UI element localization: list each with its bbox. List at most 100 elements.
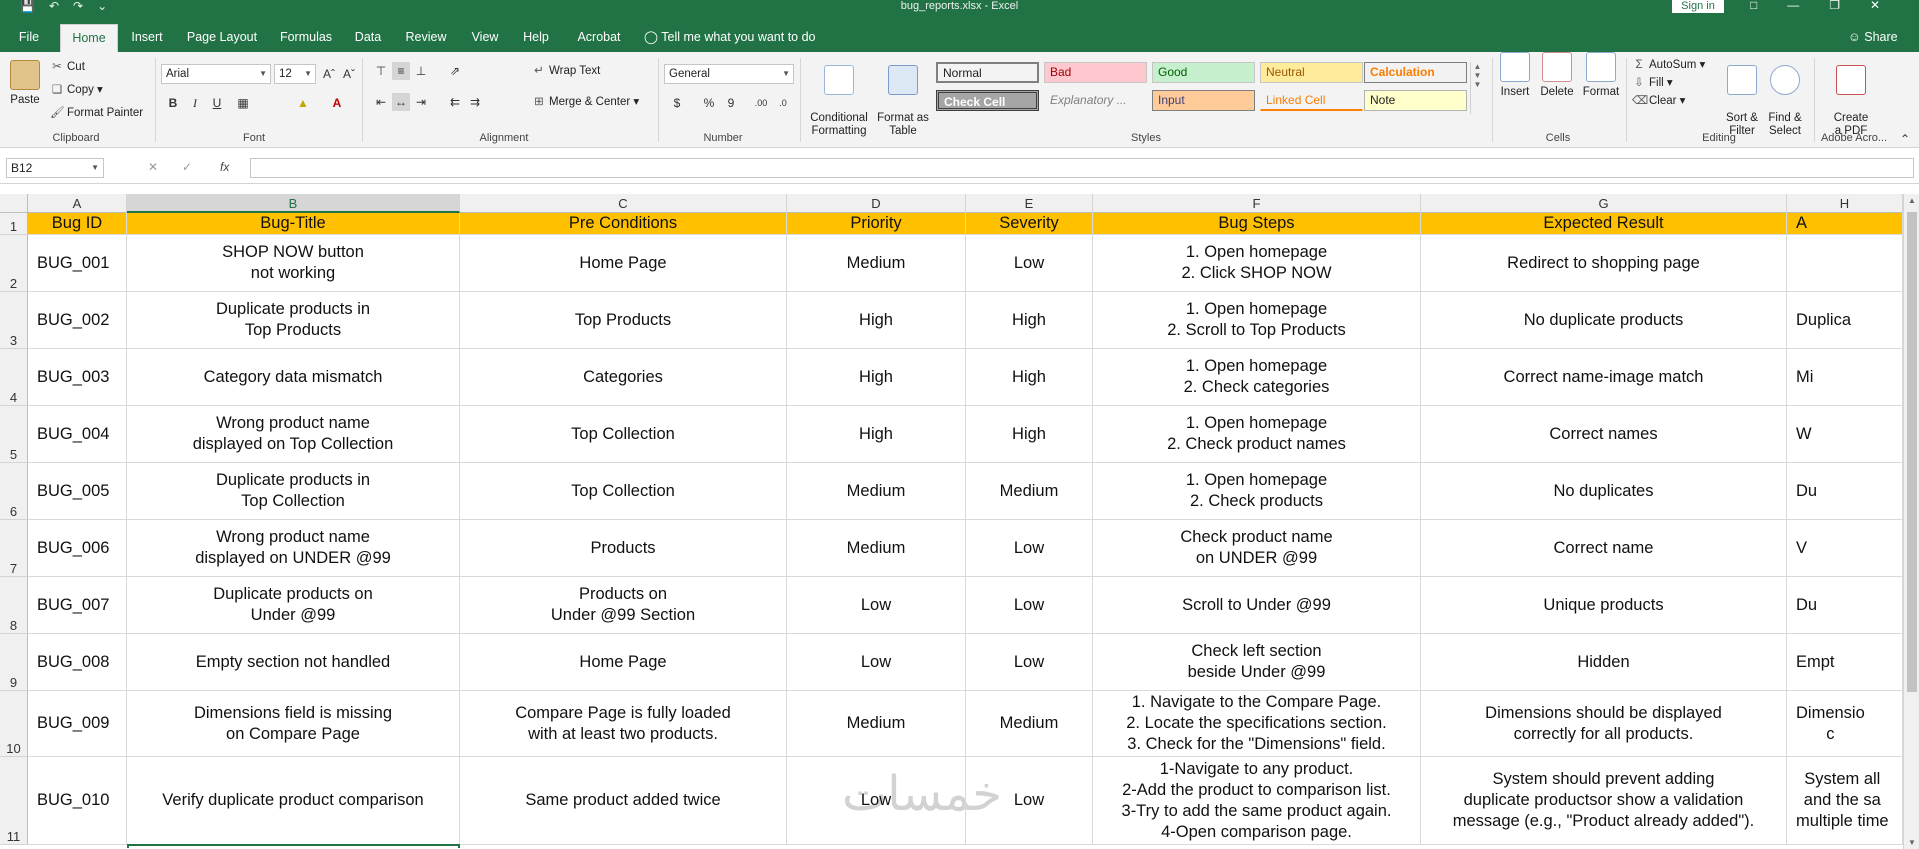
- style-neutral[interactable]: Neutral: [1260, 62, 1363, 83]
- cancel-icon[interactable]: ✕: [148, 160, 158, 174]
- column-header-f[interactable]: F: [1093, 194, 1421, 213]
- scroll-up-icon[interactable]: ▲: [1904, 196, 1919, 205]
- select-all-corner[interactable]: [0, 194, 28, 213]
- minimize-icon[interactable]: —: [1787, 0, 1799, 12]
- table-cell[interactable]: BUG_008: [28, 634, 127, 691]
- header-cell[interactable]: Severity: [966, 213, 1093, 235]
- table-cell[interactable]: Correct name: [1421, 520, 1787, 577]
- table-cell[interactable]: Medium: [966, 691, 1093, 757]
- column-header-d[interactable]: D: [787, 194, 966, 213]
- tab-data[interactable]: Data: [350, 24, 386, 52]
- align-center-icon[interactable]: ↔: [392, 93, 410, 111]
- sort-filter-button[interactable]: Sort & Filter: [1722, 52, 1762, 138]
- table-cell[interactable]: Medium: [787, 235, 966, 292]
- table-cell[interactable]: Wrong product name displayed on Top Coll…: [127, 406, 460, 463]
- copy-button[interactable]: ❏ Copy ▾: [50, 83, 103, 97]
- create-pdf-button[interactable]: Create a PDF: [1826, 52, 1876, 138]
- enter-icon[interactable]: ✓: [182, 160, 192, 174]
- table-cell[interactable]: Medium: [787, 520, 966, 577]
- table-cell[interactable]: Categories: [460, 349, 787, 406]
- decrease-font-icon[interactable]: Aˇ: [340, 65, 358, 83]
- row-header-1[interactable]: 1: [0, 213, 28, 235]
- table-cell[interactable]: Top Products: [460, 292, 787, 349]
- paste-button[interactable]: Paste: [6, 60, 44, 107]
- find-select-button[interactable]: Find & Select: [1764, 52, 1806, 138]
- table-cell[interactable]: Verify duplicate product comparison: [127, 757, 460, 845]
- table-cell[interactable]: BUG_001: [28, 235, 127, 292]
- row-header-11[interactable]: 11: [0, 757, 28, 845]
- format-as-table-button[interactable]: Format as Table: [874, 52, 932, 138]
- ribbon-display-icon[interactable]: □: [1750, 0, 1757, 12]
- scroll-thumb[interactable]: [1907, 212, 1917, 692]
- table-cell[interactable]: Top Collection: [460, 406, 787, 463]
- style-explanatory[interactable]: Explanatory ...: [1044, 90, 1147, 111]
- styles-gallery-scroll[interactable]: ▲ ▼ ▼: [1470, 62, 1484, 114]
- table-cell[interactable]: Redirect to shopping page: [1421, 235, 1787, 292]
- increase-indent-icon[interactable]: ⇉: [466, 93, 484, 111]
- table-cell[interactable]: BUG_010: [28, 757, 127, 845]
- column-header-c[interactable]: C: [460, 194, 787, 213]
- autosum-button[interactable]: Σ AutoSum ▾: [1632, 58, 1705, 72]
- table-cell[interactable]: Low: [787, 634, 966, 691]
- table-cell[interactable]: BUG_006: [28, 520, 127, 577]
- table-cell[interactable]: No duplicates: [1421, 463, 1787, 520]
- table-cell[interactable]: Mi: [1787, 349, 1903, 406]
- tab-insert[interactable]: Insert: [126, 24, 168, 52]
- format-painter-button[interactable]: 🖌 Format Painter: [50, 106, 143, 120]
- wrap-text-button[interactable]: ↵ Wrap Text: [532, 64, 600, 78]
- tab-formulas[interactable]: Formulas: [276, 24, 336, 52]
- close-icon[interactable]: ✕: [1870, 0, 1880, 12]
- font-size-select[interactable]: 12 ▼: [274, 64, 316, 84]
- row-header-4[interactable]: 4: [0, 349, 28, 406]
- orientation-icon[interactable]: ⇗: [446, 62, 464, 80]
- style-note[interactable]: Note: [1364, 90, 1467, 111]
- table-cell[interactable]: Home Page: [460, 235, 787, 292]
- restore-icon[interactable]: ❐: [1829, 0, 1840, 12]
- table-cell[interactable]: Medium: [966, 463, 1093, 520]
- table-cell[interactable]: Du: [1787, 577, 1903, 634]
- table-cell[interactable]: Dimensions field is missing on Compare P…: [127, 691, 460, 757]
- tab-home[interactable]: Home: [60, 24, 118, 52]
- align-top-icon[interactable]: ⊤: [372, 62, 390, 80]
- table-cell[interactable]: System should prevent adding duplicate p…: [1421, 757, 1787, 845]
- column-header-h[interactable]: H: [1787, 194, 1903, 213]
- font-color-icon[interactable]: A: [328, 94, 346, 112]
- table-cell[interactable]: 1. Open homepage 2. Check product names: [1093, 406, 1421, 463]
- header-cell[interactable]: Bug-Title: [127, 213, 460, 235]
- formula-input[interactable]: [250, 158, 1914, 178]
- fill-color-icon[interactable]: ▲: [294, 94, 312, 112]
- table-cell[interactable]: High: [966, 349, 1093, 406]
- table-cell[interactable]: Check product name on UNDER @99: [1093, 520, 1421, 577]
- row-header-8[interactable]: 8: [0, 577, 28, 634]
- header-cell[interactable]: Bug ID: [28, 213, 127, 235]
- collapse-ribbon-icon[interactable]: ⌃: [1896, 130, 1914, 148]
- table-cell[interactable]: BUG_007: [28, 577, 127, 634]
- table-cell[interactable]: Medium: [787, 691, 966, 757]
- row-header-7[interactable]: 7: [0, 520, 28, 577]
- tab-acrobat[interactable]: Acrobat: [570, 24, 628, 52]
- tab-view[interactable]: View: [466, 24, 504, 52]
- table-cell[interactable]: Dimensions should be displayed correctly…: [1421, 691, 1787, 757]
- table-cell[interactable]: Hidden: [1421, 634, 1787, 691]
- merge-center-button[interactable]: ⊞ Merge & Center ▾: [532, 95, 639, 109]
- table-cell[interactable]: Low: [966, 634, 1093, 691]
- row-header-6[interactable]: 6: [0, 463, 28, 520]
- table-cell[interactable]: Home Page: [460, 634, 787, 691]
- table-cell[interactable]: 1. Open homepage 2. Click SHOP NOW: [1093, 235, 1421, 292]
- table-cell[interactable]: Empt: [1787, 634, 1903, 691]
- style-linked-cell[interactable]: Linked Cell: [1260, 90, 1363, 111]
- table-cell[interactable]: High: [787, 349, 966, 406]
- table-cell[interactable]: Dimensio c: [1787, 691, 1903, 757]
- insert-cells-button[interactable]: Insert: [1496, 52, 1534, 99]
- table-cell[interactable]: Duplicate products in Top Products: [127, 292, 460, 349]
- bold-button[interactable]: B: [164, 94, 182, 112]
- clear-button[interactable]: ⌫Clear ▾: [1632, 94, 1685, 108]
- decrease-decimal-icon[interactable]: .0: [774, 94, 792, 112]
- delete-cells-button[interactable]: Delete: [1538, 52, 1576, 99]
- table-cell[interactable]: Scroll to Under @99: [1093, 577, 1421, 634]
- table-cell[interactable]: Products on Under @99 Section: [460, 577, 787, 634]
- table-cell[interactable]: System all and the sa multiple time: [1787, 757, 1903, 845]
- row-header-5[interactable]: 5: [0, 406, 28, 463]
- style-normal[interactable]: Normal: [936, 62, 1039, 83]
- align-middle-icon[interactable]: ≡: [392, 62, 410, 80]
